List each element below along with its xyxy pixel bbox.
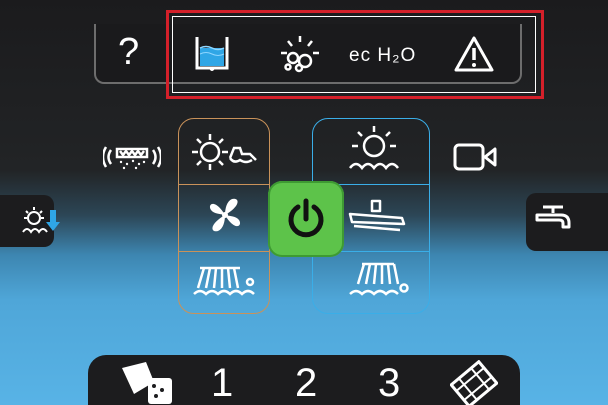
left-divider-1 [178, 184, 270, 185]
brush-scrub-icon[interactable] [190, 130, 260, 174]
control-panel-screen: ? ec H₂O 1 2 3 [0, 0, 608, 405]
film-icon[interactable] [450, 360, 498, 405]
scrub-brush-icon[interactable] [344, 124, 404, 176]
left-divider-2 [178, 251, 270, 252]
acoustic-vacuum-icon[interactable] [103, 140, 161, 174]
brush-down-icon [22, 207, 60, 234]
side-brush-icon[interactable] [190, 258, 260, 304]
brush-deck-icon[interactable] [346, 258, 412, 304]
program-2-button[interactable]: 2 [295, 361, 317, 405]
program-3-button[interactable]: 3 [378, 361, 400, 405]
fan-icon[interactable] [205, 194, 245, 236]
squeegee-icon[interactable] [346, 198, 408, 234]
program-1-button[interactable]: 1 [211, 361, 233, 405]
detergent-pour-icon[interactable] [118, 360, 174, 405]
camera-icon[interactable] [453, 141, 499, 173]
power-icon [288, 198, 324, 238]
faucet-icon [535, 205, 571, 229]
highlight-inner-border [172, 16, 536, 93]
help-button[interactable]: ? [118, 30, 139, 74]
